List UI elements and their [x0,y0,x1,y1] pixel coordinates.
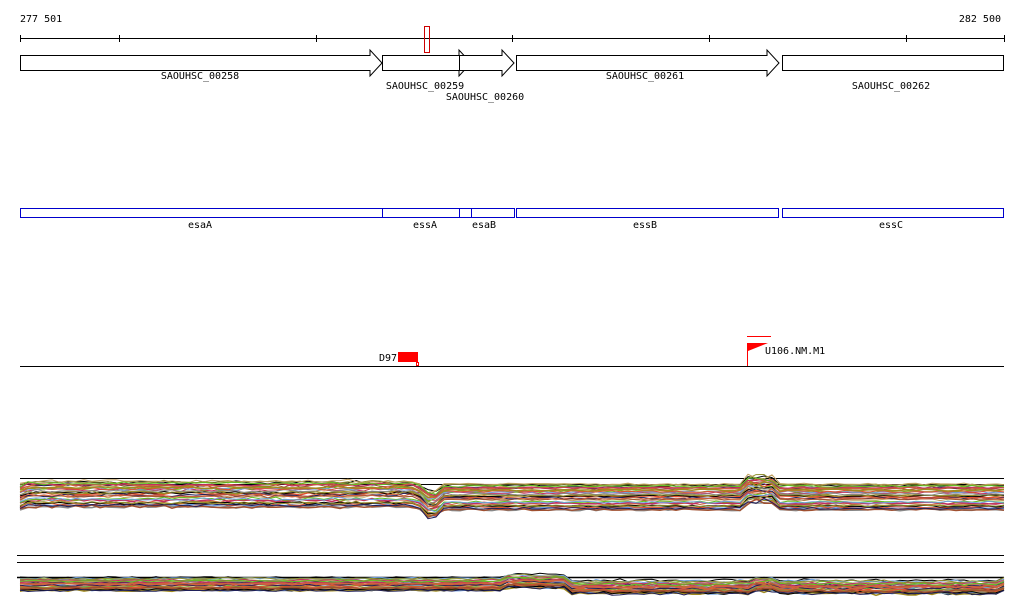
ruler-end-label: 282 500 [959,14,1001,25]
gene-label: SAOUHSC_00259 [386,81,464,92]
coverage-track-2 [17,555,1005,597]
gene-label: SAOUHSC_00261 [606,71,684,82]
gene-label: SAOUHSC_00260 [446,92,524,103]
gene-box-essB[interactable] [516,208,779,218]
gene-arrow-00259[interactable] [382,48,472,78]
gene-name-label: esaA [188,220,212,231]
gene-label: SAOUHSC_00262 [852,81,930,92]
gene-name-label: essB [633,220,657,231]
gene-track: SAOUHSC_00258 SAOUHSC_00259 SAOUHSC_0026… [20,48,1004,103]
feature-d97[interactable] [398,352,418,362]
gene-box-esaB[interactable] [471,208,515,218]
gene-label: SAOUHSC_00258 [161,71,239,82]
gene-arrow-00260[interactable] [459,48,515,78]
ruler-start-label: 277 501 [20,14,62,25]
position-marker[interactable] [424,26,430,53]
gene-box[interactable] [459,208,472,218]
gene-name-label: essC [879,220,903,231]
gene-box-essC[interactable] [782,208,1004,218]
gene-name-track [20,208,1004,218]
feature-label-d97: D97 [379,353,397,364]
feature-label-u106: U106.NM.M1 [765,346,825,357]
genome-browser: 277 501 282 500 SAOUHSC_00258 SAOUHSC_00… [17,14,1005,597]
gene-arrow-00262[interactable] [782,55,1004,71]
ruler: 277 501 282 500 [20,14,1005,53]
gene-name-label: essA [413,220,437,231]
feature-track: D97 U106.NM.M1 [20,336,1004,367]
coverage-track-1 [19,473,1005,520]
gene-box-esaA[interactable] [20,208,383,218]
gene-box-essA[interactable] [382,208,460,218]
gene-name-label: esaB [472,220,496,231]
